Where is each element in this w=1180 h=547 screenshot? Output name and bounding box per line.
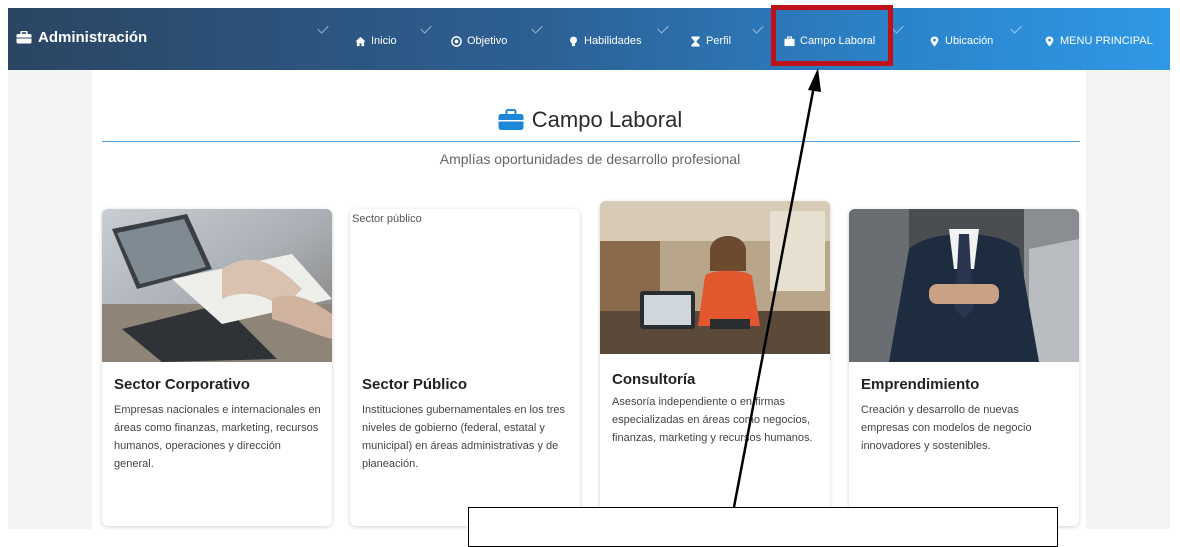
screenshot-frame: Administración Inicio Objetivo Habilidad… — [0, 0, 1180, 547]
annotation-arrow — [732, 68, 821, 508]
